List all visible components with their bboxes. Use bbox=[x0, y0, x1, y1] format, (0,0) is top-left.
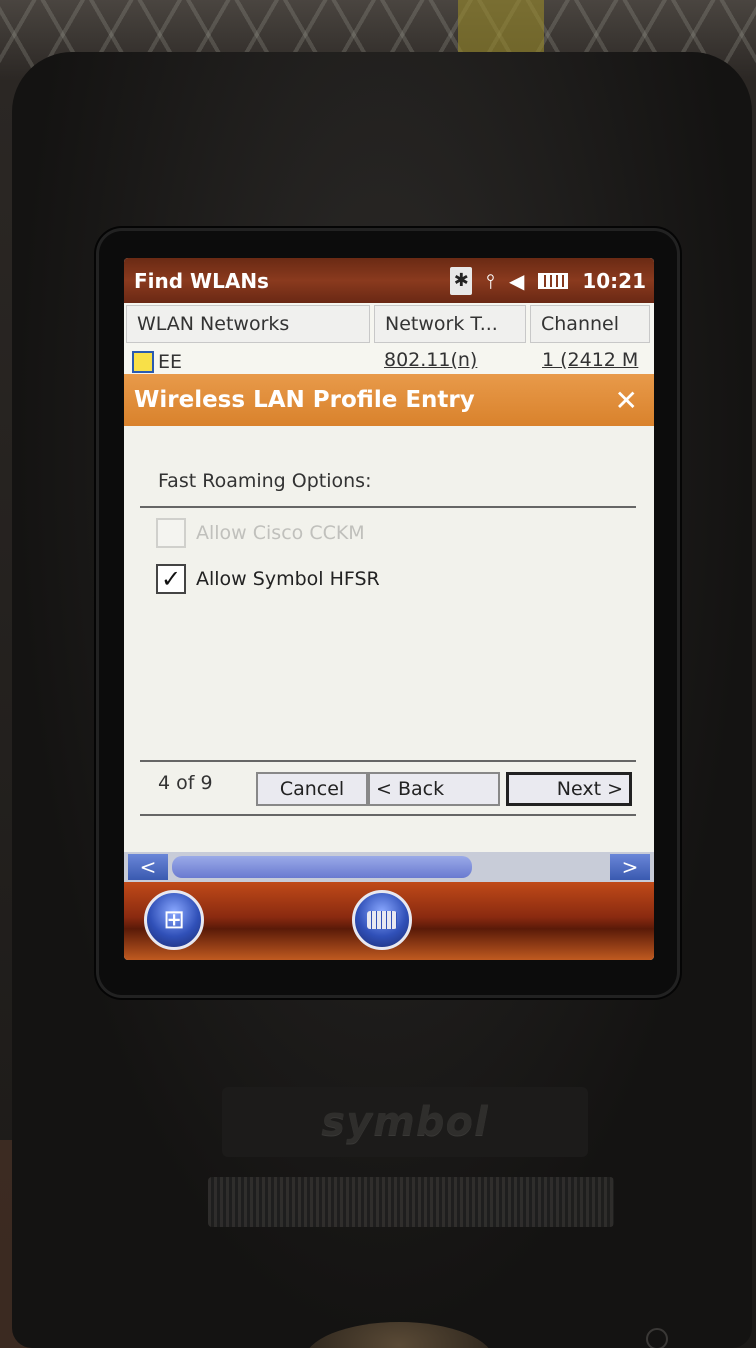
dialog-title: Wireless LAN Profile Entry bbox=[134, 387, 475, 413]
device-logo: symbol bbox=[321, 1099, 489, 1145]
screen: Find WLANs ✱ ⫯ ◀ 10:21 WLAN Networks Net… bbox=[124, 258, 654, 960]
antenna-icon[interactable]: ⫯ bbox=[486, 269, 495, 293]
option-allow-symbol-hfsr[interactable]: ✓ Allow Symbol HFSR bbox=[156, 564, 380, 594]
clock[interactable]: 10:21 bbox=[582, 269, 646, 293]
back-button[interactable]: < Back bbox=[368, 772, 500, 806]
column-header-wlan-networks[interactable]: WLAN Networks bbox=[126, 305, 370, 343]
checkbox-cisco-cckm bbox=[156, 518, 186, 548]
horizontal-scrollbar[interactable]: < > bbox=[124, 852, 654, 882]
title-bar: Find WLANs ✱ ⫯ ◀ 10:21 bbox=[124, 258, 654, 303]
cancel-button[interactable]: Cancel bbox=[256, 772, 368, 806]
divider bbox=[140, 760, 636, 762]
option-label[interactable]: Allow Symbol HFSR bbox=[196, 568, 380, 590]
logo-plate: symbol bbox=[222, 1087, 588, 1157]
next-button[interactable]: Next > bbox=[506, 772, 632, 806]
taskbar: ⊞ bbox=[124, 882, 654, 960]
keyboard-icon[interactable] bbox=[352, 890, 412, 950]
scroll-left-icon[interactable]: < bbox=[128, 854, 168, 880]
dialog-header: Wireless LAN Profile Entry ✕ bbox=[124, 374, 654, 426]
power-icon[interactable] bbox=[646, 1328, 668, 1348]
scroll-right-icon[interactable]: > bbox=[610, 854, 650, 880]
list-header: WLAN Networks Network T... Channel bbox=[124, 303, 654, 345]
column-header-network-type[interactable]: Network T... bbox=[374, 305, 526, 343]
network-icon bbox=[132, 351, 154, 373]
dialog-body: Fast Roaming Options: Allow Cisco CCKM ✓… bbox=[124, 426, 654, 880]
battery-icon[interactable] bbox=[538, 272, 569, 289]
option-label: Allow Cisco CCKM bbox=[196, 522, 365, 544]
page-indicator: 4 of 9 bbox=[158, 772, 213, 794]
network-name: EE bbox=[158, 351, 183, 373]
column-header-channel[interactable]: Channel bbox=[530, 305, 650, 343]
keyboard-glyph bbox=[367, 911, 397, 929]
bluetooth-icon[interactable]: ✱ bbox=[450, 266, 473, 295]
divider bbox=[140, 506, 636, 508]
option-allow-cisco-cckm: Allow Cisco CCKM bbox=[156, 518, 365, 548]
section-label: Fast Roaming Options: bbox=[158, 470, 372, 492]
speaker-grille bbox=[208, 1177, 614, 1227]
close-icon[interactable]: ✕ bbox=[615, 384, 638, 417]
hardware-trigger-button[interactable] bbox=[304, 1322, 494, 1348]
checkbox-symbol-hfsr[interactable]: ✓ bbox=[156, 564, 186, 594]
windows-start-icon[interactable]: ⊞ bbox=[144, 890, 204, 950]
volume-muted-icon[interactable]: ◀ bbox=[509, 269, 524, 293]
app-title: Find WLANs bbox=[134, 268, 269, 293]
status-icons[interactable]: ✱ ⫯ ◀ 10:21 bbox=[450, 266, 646, 295]
scrollbar-thumb[interactable] bbox=[172, 856, 472, 878]
divider bbox=[140, 814, 636, 816]
